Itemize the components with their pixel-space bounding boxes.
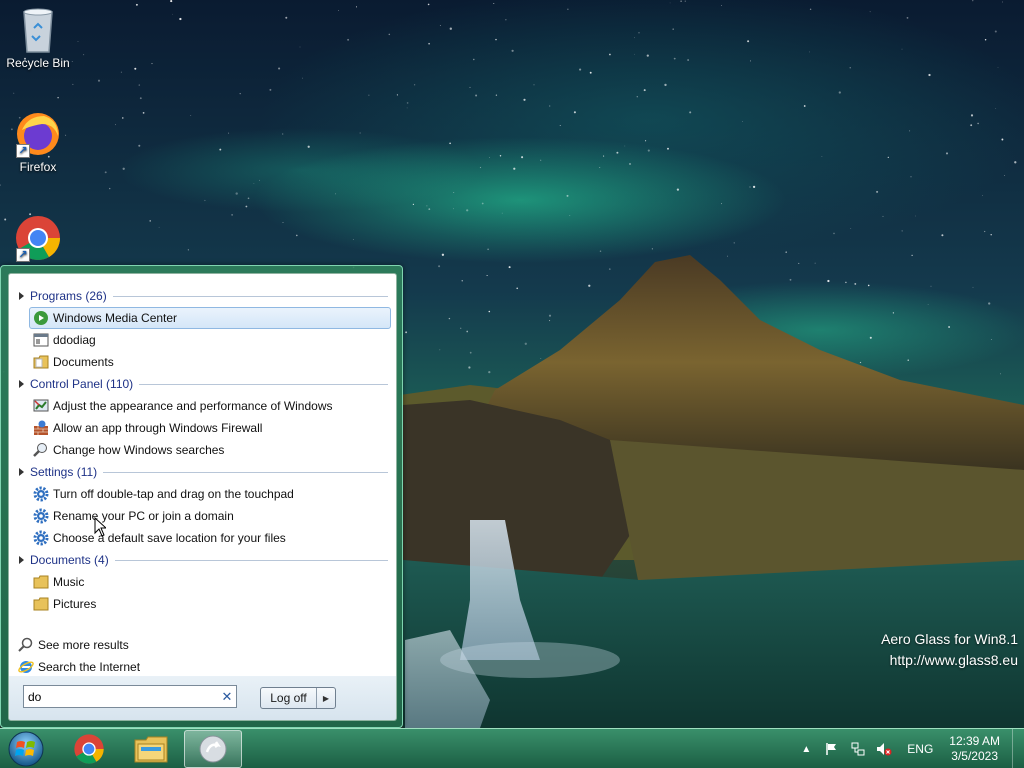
desktop-icon-recycle-bin[interactable]: Recycle Bin bbox=[0, 6, 76, 70]
start-search-input[interactable] bbox=[24, 687, 218, 706]
taskbar: ▲ ENG 12:39 AM 3/5/2023 bbox=[0, 728, 1024, 768]
expand-arrow-icon bbox=[19, 556, 24, 564]
group-header-control-panel[interactable]: Control Panel (110) bbox=[16, 374, 388, 394]
folder-icon bbox=[33, 574, 49, 590]
result-change-windows-searches[interactable]: Change how Windows searches bbox=[29, 439, 391, 461]
start-search-box[interactable]: ✕ bbox=[23, 685, 237, 708]
show-desktop-button[interactable] bbox=[1012, 729, 1024, 768]
volume-muted-icon[interactable] bbox=[876, 741, 892, 757]
language-indicator[interactable]: ENG bbox=[907, 742, 933, 756]
clock-time: 12:39 AM bbox=[949, 734, 1000, 748]
chrome-icon bbox=[74, 734, 104, 764]
recycle-bin-icon bbox=[14, 6, 62, 54]
log-off-button[interactable]: Log off ▶ bbox=[260, 687, 336, 709]
expand-arrow-icon bbox=[19, 292, 24, 300]
result-ddodiag[interactable]: ddodiag bbox=[29, 329, 391, 351]
taskbar-chrome[interactable] bbox=[60, 730, 118, 768]
mouse-cursor-icon bbox=[94, 517, 106, 537]
result-windows-media-center[interactable]: Windows Media Center bbox=[29, 307, 391, 329]
folder-icon bbox=[33, 354, 49, 370]
desktop-icon-chrome[interactable]: ↗ bbox=[0, 214, 76, 264]
taskbar-active-app[interactable] bbox=[184, 730, 242, 768]
desktop-icon-firefox[interactable]: ↗ Firefox bbox=[0, 110, 76, 174]
internet-explorer-icon bbox=[18, 659, 34, 675]
shortcut-arrow-icon: ↗ bbox=[16, 144, 30, 158]
expand-arrow-icon bbox=[19, 468, 24, 476]
search-results-panel: Programs (26) Windows Media Center ddodi… bbox=[8, 273, 397, 678]
windows-orb-app-icon bbox=[199, 735, 227, 763]
action-center-flag-icon[interactable] bbox=[824, 741, 840, 757]
gear-icon bbox=[33, 508, 49, 524]
result-default-save-location[interactable]: Choose a default save location for your … bbox=[29, 527, 391, 549]
result-documents[interactable]: Documents bbox=[29, 351, 391, 373]
desktop-icon-label: Recycle Bin bbox=[6, 56, 70, 70]
magnifier-icon bbox=[18, 637, 34, 653]
firefox-icon: ↗ bbox=[14, 110, 62, 158]
system-tray: ▲ ENG 12:39 AM 3/5/2023 bbox=[793, 729, 1024, 768]
expand-arrow-icon bbox=[19, 380, 24, 388]
result-pictures[interactable]: Pictures bbox=[29, 593, 391, 615]
shortcut-arrow-icon: ↗ bbox=[16, 248, 30, 262]
app-window-icon bbox=[33, 332, 49, 348]
clear-search-icon[interactable]: ✕ bbox=[218, 689, 236, 705]
folder-icon bbox=[33, 596, 49, 612]
search-options-icon bbox=[33, 442, 49, 458]
gear-icon bbox=[33, 486, 49, 502]
taskbar-file-explorer[interactable] bbox=[122, 730, 180, 768]
watermark-url: http://www.glass8.eu bbox=[889, 652, 1018, 668]
aero-glass-watermark: Aero Glass for Win8.1 http://www.glass8.… bbox=[881, 629, 1018, 671]
start-menu-bottom-bar: ✕ Log off ▶ bbox=[8, 676, 397, 721]
result-rename-pc[interactable]: Rename your PC or join a domain bbox=[29, 505, 391, 527]
file-explorer-icon bbox=[134, 736, 168, 763]
group-header-documents[interactable]: Documents (4) bbox=[16, 550, 388, 570]
performance-icon bbox=[33, 398, 49, 414]
result-allow-firewall[interactable]: Allow an app through Windows Firewall bbox=[29, 417, 391, 439]
power-options-arrow-icon[interactable]: ▶ bbox=[317, 694, 335, 703]
start-menu: Programs (26) Windows Media Center ddodi… bbox=[0, 265, 403, 728]
result-music[interactable]: Music bbox=[29, 571, 391, 593]
firewall-icon bbox=[33, 420, 49, 436]
watermark-title: Aero Glass for Win8.1 bbox=[881, 631, 1018, 647]
search-the-internet-link[interactable]: Search the Internet bbox=[18, 657, 140, 677]
group-header-settings[interactable]: Settings (11) bbox=[16, 462, 388, 482]
start-button[interactable] bbox=[6, 730, 46, 768]
media-center-icon bbox=[33, 310, 49, 326]
group-header-programs[interactable]: Programs (26) bbox=[16, 286, 388, 306]
network-icon[interactable] bbox=[850, 741, 866, 757]
show-hidden-icons-icon[interactable]: ▲ bbox=[798, 741, 814, 757]
result-touchpad-setting[interactable]: Turn off double-tap and drag on the touc… bbox=[29, 483, 391, 505]
see-more-results-link[interactable]: See more results bbox=[18, 635, 129, 655]
gear-icon bbox=[33, 530, 49, 546]
desktop-icon-label: Firefox bbox=[19, 160, 57, 174]
result-adjust-appearance[interactable]: Adjust the appearance and performance of… bbox=[29, 395, 391, 417]
chrome-icon: ↗ bbox=[14, 214, 62, 262]
clock[interactable]: 12:39 AM 3/5/2023 bbox=[949, 734, 1000, 764]
clock-date: 3/5/2023 bbox=[951, 749, 998, 763]
